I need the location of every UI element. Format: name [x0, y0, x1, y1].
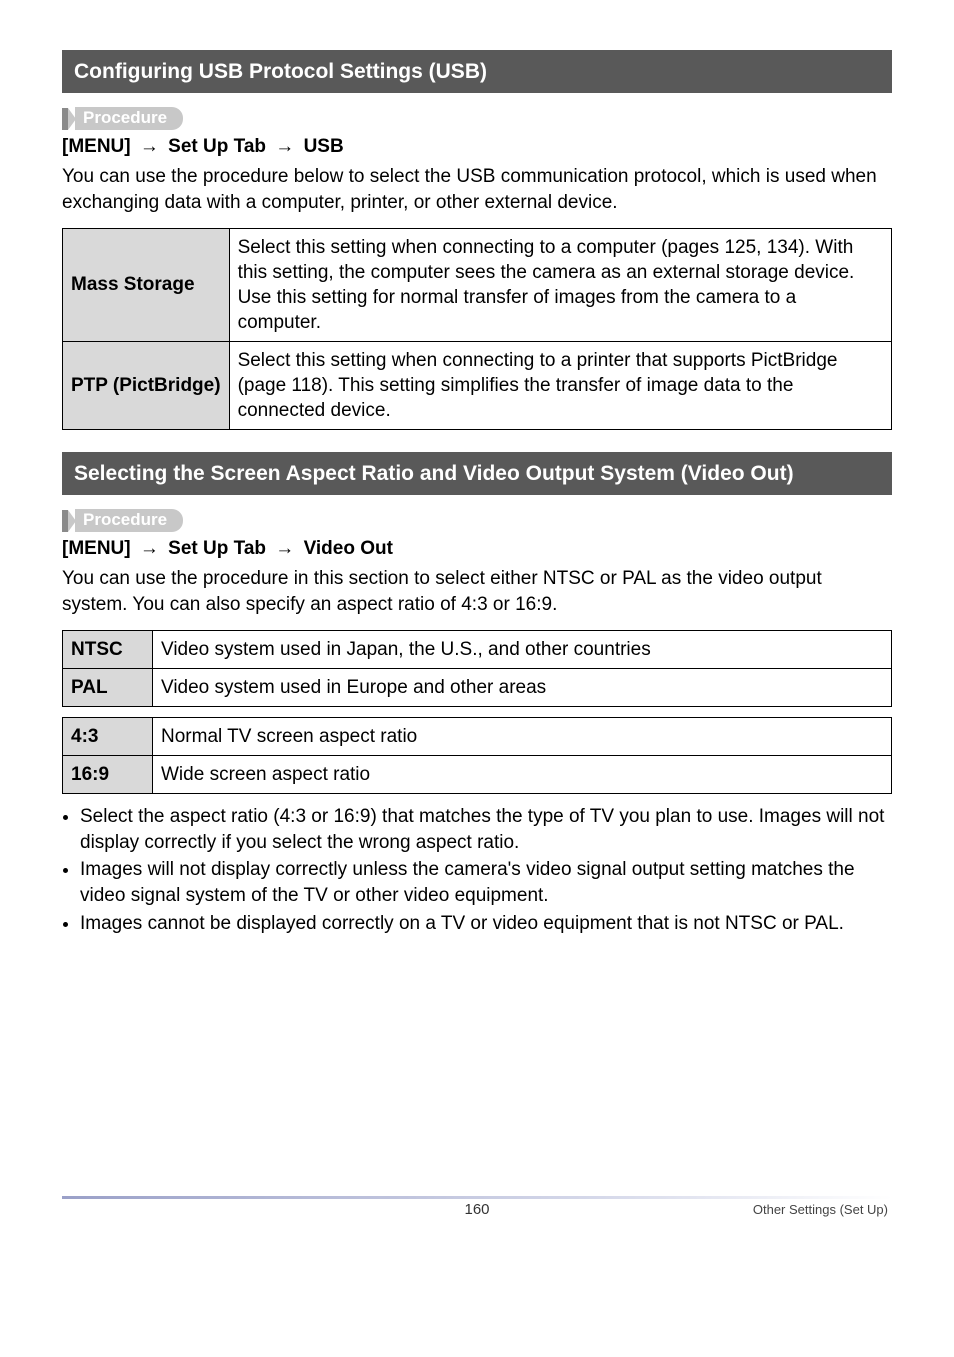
menu-mid: Set Up Tab [168, 136, 266, 157]
footer-right-text: Other Settings (Set Up) [753, 1202, 888, 1217]
cell-label: 16:9 [63, 755, 153, 793]
table-row: 16:9 Wide screen aspect ratio [63, 755, 892, 793]
cell-label: 4:3 [63, 717, 153, 755]
section-title-video: Selecting the Screen Aspect Ratio and Vi… [62, 452, 892, 495]
cell-desc: Video system used in Japan, the U.S., an… [153, 630, 892, 668]
table-row: 4:3 Normal TV screen aspect ratio [63, 717, 892, 755]
page-number: 160 [464, 1201, 489, 1218]
cell-label: Mass Storage [63, 228, 230, 341]
footer-divider-icon [62, 1196, 892, 1199]
cell-desc: Select this setting when connecting to a… [229, 228, 891, 341]
procedure-label: Procedure [75, 107, 183, 130]
cell-desc: Video system used in Europe and other ar… [153, 668, 892, 706]
intro-text-video: You can use the procedure in this sectio… [62, 566, 892, 617]
procedure-header-1: Procedure [62, 107, 892, 130]
procedure-header-2: Procedure [62, 509, 892, 532]
cell-label: PAL [63, 668, 153, 706]
menu-path-video: [MENU] → Set Up Tab → Video Out [62, 538, 892, 560]
cell-desc: Normal TV screen aspect ratio [153, 717, 892, 755]
menu-prefix: [MENU] [62, 538, 131, 559]
section-title-usb: Configuring USB Protocol Settings (USB) [62, 50, 892, 93]
list-item: Select the aspect ratio (4:3 or 16:9) th… [80, 804, 892, 855]
menu-end: Video Out [304, 538, 393, 559]
cell-desc: Select this setting when connecting to a… [229, 341, 891, 429]
list-item: Images will not display correctly unless… [80, 857, 892, 908]
video-system-table: NTSC Video system used in Japan, the U.S… [62, 630, 892, 707]
cell-label: PTP (PictBridge) [63, 341, 230, 429]
menu-mid: Set Up Tab [168, 538, 266, 559]
table-row: Mass Storage Select this setting when co… [63, 228, 892, 341]
procedure-label: Procedure [75, 509, 183, 532]
arrow-right-icon: → [271, 538, 298, 560]
menu-prefix: [MENU] [62, 136, 131, 157]
aspect-ratio-table: 4:3 Normal TV screen aspect ratio 16:9 W… [62, 717, 892, 794]
table-row: PAL Video system used in Europe and othe… [63, 668, 892, 706]
cell-desc: Wide screen aspect ratio [153, 755, 892, 793]
intro-text-usb: You can use the procedure below to selec… [62, 164, 892, 215]
arrow-right-icon: → [136, 538, 163, 560]
table-row: NTSC Video system used in Japan, the U.S… [63, 630, 892, 668]
list-item: Images cannot be displayed correctly on … [80, 911, 892, 937]
cell-label: NTSC [63, 630, 153, 668]
usb-settings-table: Mass Storage Select this setting when co… [62, 228, 892, 431]
page-footer: 160 Other Settings (Set Up) [62, 1196, 892, 1236]
menu-path-usb: [MENU] → Set Up Tab → USB [62, 136, 892, 158]
arrow-right-icon: → [136, 136, 163, 158]
table-row: PTP (PictBridge) Select this setting whe… [63, 341, 892, 429]
arrow-right-icon: → [271, 136, 298, 158]
notes-list: Select the aspect ratio (4:3 or 16:9) th… [62, 804, 892, 936]
menu-end: USB [304, 136, 344, 157]
